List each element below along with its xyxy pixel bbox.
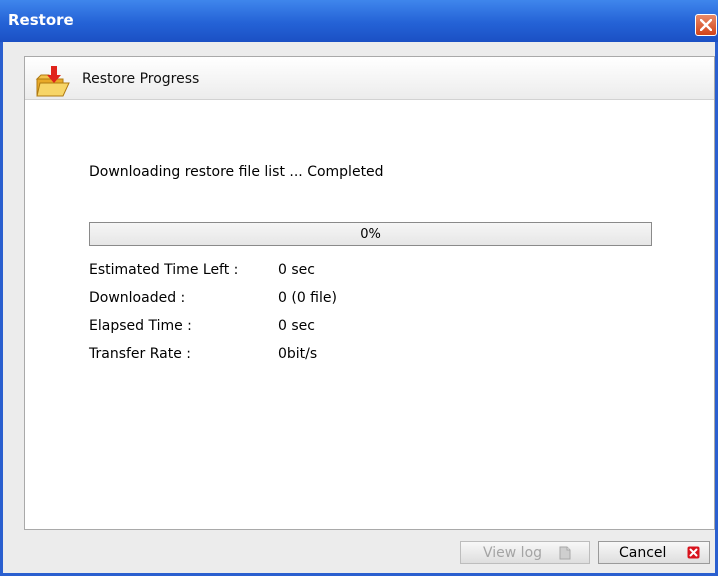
stat-value: 0bit/s [278, 346, 318, 362]
panel-title: Restore Progress [82, 71, 200, 87]
stat-row-estimated-time: Estimated Time Left : 0 sec [89, 262, 315, 278]
cancel-icon [687, 546, 700, 559]
stat-value: 0 sec [278, 318, 315, 334]
stat-label: Downloaded : [89, 290, 186, 306]
view-log-label: View log [483, 545, 543, 561]
progress-bar: 0% [89, 222, 652, 246]
cancel-button[interactable]: Cancel [598, 541, 710, 564]
stat-label: Transfer Rate : [89, 346, 192, 362]
close-button[interactable] [695, 14, 717, 36]
window-title: Restore [8, 11, 74, 29]
title-bar[interactable]: Restore [0, 0, 718, 42]
stat-row-downloaded: Downloaded : 0 (0 file) [89, 290, 337, 306]
dialog-body: Restore Progress Downloading restore fil… [3, 42, 715, 573]
stat-row-transfer-rate: Transfer Rate : 0bit/s [89, 346, 317, 362]
view-log-button[interactable]: View log [460, 541, 590, 564]
stat-value: 0 sec [278, 262, 315, 278]
restore-dialog: Restore Restore Progress Downloading res… [0, 0, 718, 576]
stat-label: Estimated Time Left : [89, 262, 239, 278]
status-message: Downloading restore file list ... Comple… [89, 164, 384, 180]
stat-value: 0 (0 file) [278, 290, 337, 306]
panel-header: Restore Progress [25, 57, 714, 100]
stat-label: Elapsed Time : [89, 318, 192, 334]
restore-folder-icon [35, 66, 70, 97]
restore-progress-panel: Restore Progress Downloading restore fil… [24, 56, 715, 530]
cancel-label: Cancel [619, 545, 667, 561]
progress-percent: 0% [360, 227, 381, 242]
close-icon [700, 19, 712, 31]
stat-row-elapsed-time: Elapsed Time : 0 sec [89, 318, 315, 334]
document-icon [559, 546, 571, 560]
